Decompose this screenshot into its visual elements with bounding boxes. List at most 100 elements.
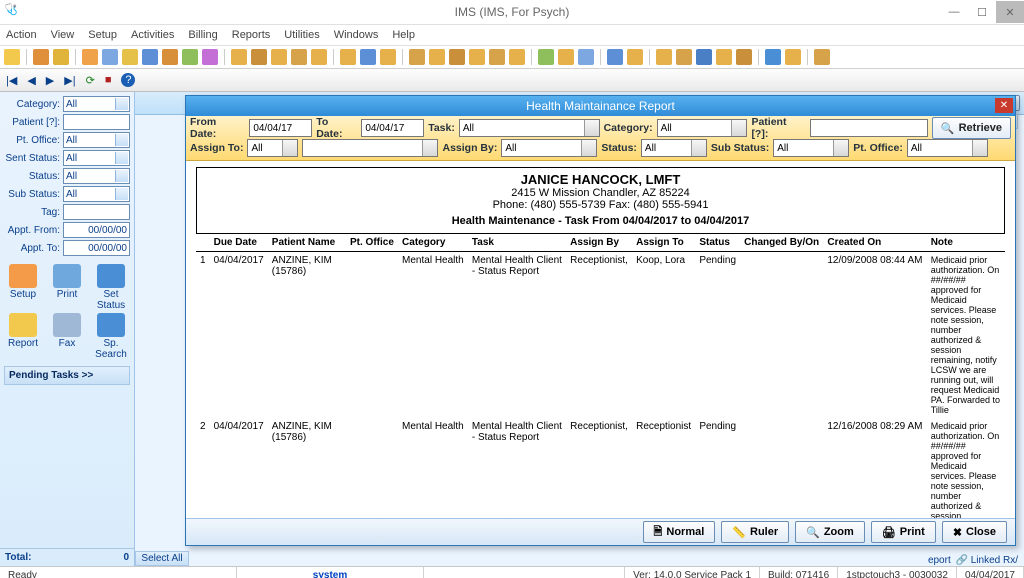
- ruler-button[interactable]: 📏Ruler: [721, 521, 789, 543]
- nav-next-icon[interactable]: ▶: [46, 74, 54, 87]
- menu-reports[interactable]: Reports: [232, 29, 271, 41]
- tool-icon[interactable]: [409, 49, 425, 65]
- tool-icon[interactable]: [162, 49, 178, 65]
- tool-icon[interactable]: [509, 49, 525, 65]
- tool-icon[interactable]: [182, 49, 198, 65]
- assign-by-select[interactable]: All: [501, 139, 597, 157]
- lock-icon[interactable]: [785, 49, 801, 65]
- pt-office-select[interactable]: All: [907, 139, 988, 157]
- tool-icon[interactable]: [53, 49, 69, 65]
- appt-from-label: Appt. From:: [4, 225, 60, 236]
- help-icon[interactable]: [765, 49, 781, 65]
- assign-to-name-select[interactable]: [302, 139, 438, 157]
- pt-office-select[interactable]: All: [63, 132, 130, 148]
- tool-icon[interactable]: [231, 49, 247, 65]
- tool-icon[interactable]: [4, 49, 20, 65]
- tool-icon[interactable]: [656, 49, 672, 65]
- sub-status-select[interactable]: All: [63, 186, 130, 202]
- app-title: IMS (IMS, For Psych): [0, 5, 1024, 19]
- tool-icon[interactable]: [489, 49, 505, 65]
- from-date-input[interactable]: 04/04/17: [249, 119, 312, 137]
- setup-button[interactable]: Setup: [2, 264, 44, 311]
- tool-icon[interactable]: [202, 49, 218, 65]
- tool-icon[interactable]: [449, 49, 465, 65]
- tool-icon[interactable]: [469, 49, 485, 65]
- tool-icon[interactable]: [716, 49, 732, 65]
- sub-status-select[interactable]: All: [773, 139, 849, 157]
- pending-tasks-button[interactable]: Pending Tasks >>: [4, 366, 130, 385]
- retrieve-button[interactable]: 🔍Retrieve: [932, 117, 1011, 139]
- nav-prev-icon[interactable]: ◀: [27, 74, 35, 87]
- tool-icon[interactable]: [251, 49, 267, 65]
- tool-icon[interactable]: [538, 49, 554, 65]
- sp-search-button[interactable]: Sp. Search: [90, 313, 132, 360]
- menu-utilities[interactable]: Utilities: [284, 29, 319, 41]
- tool-icon[interactable]: [82, 49, 98, 65]
- tool-icon[interactable]: [578, 49, 594, 65]
- task-select[interactable]: All: [459, 119, 600, 137]
- col-status: Status: [695, 234, 740, 252]
- assign-to-select[interactable]: All: [247, 139, 298, 157]
- tool-icon[interactable]: [142, 49, 158, 65]
- dialog-close-button[interactable]: ✕: [995, 98, 1013, 113]
- menu-view[interactable]: View: [51, 29, 75, 41]
- print-button[interactable]: 🖨Print: [871, 521, 936, 543]
- tool-icon[interactable]: [380, 49, 396, 65]
- menu-help[interactable]: Help: [392, 29, 415, 41]
- tool-icon[interactable]: [696, 49, 712, 65]
- report-link[interactable]: eport: [928, 555, 951, 566]
- menu-billing[interactable]: Billing: [188, 29, 217, 41]
- tool-icon[interactable]: [271, 49, 287, 65]
- col-pt-office: Pt. Office: [346, 234, 398, 252]
- tool-icon[interactable]: [627, 49, 643, 65]
- print-button[interactable]: Print: [46, 264, 88, 311]
- patient-input[interactable]: [63, 114, 130, 130]
- flag-icon: [97, 264, 125, 288]
- tool-icon[interactable]: [429, 49, 445, 65]
- tool-icon[interactable]: [736, 49, 752, 65]
- appt-to-input[interactable]: 00/00/00: [63, 240, 130, 256]
- tool-icon[interactable]: [676, 49, 692, 65]
- close-button[interactable]: ✖Close: [942, 521, 1007, 543]
- normal-button[interactable]: 🗎Normal: [643, 521, 716, 543]
- nav-refresh-icon[interactable]: ⟳: [86, 74, 95, 87]
- pt-office-label: Pt. Office:: [853, 142, 903, 154]
- appt-from-input[interactable]: 00/00/00: [63, 222, 130, 238]
- linked-rx-link[interactable]: 🔗 Linked Rx/: [956, 555, 1018, 566]
- tool-icon[interactable]: [102, 49, 118, 65]
- nav-last-icon[interactable]: ▶|: [64, 74, 75, 87]
- report-button[interactable]: Report: [2, 313, 44, 360]
- nav-toolbar: |◀ ◀ ▶ ▶| ⟳ ■ ?: [0, 69, 1024, 92]
- tool-icon[interactable]: [607, 49, 623, 65]
- menu-windows[interactable]: Windows: [334, 29, 379, 41]
- col-created-on: Created On: [823, 234, 926, 252]
- tool-icon[interactable]: [360, 49, 376, 65]
- tool-icon[interactable]: [33, 49, 49, 65]
- status-select[interactable]: All: [63, 168, 130, 184]
- nav-stop-icon[interactable]: ■: [105, 74, 112, 86]
- patient-input[interactable]: [810, 119, 928, 137]
- to-date-input[interactable]: 04/04/17: [361, 119, 424, 137]
- category-select[interactable]: All: [63, 96, 130, 112]
- tool-icon[interactable]: [122, 49, 138, 65]
- menu-setup[interactable]: Setup: [88, 29, 117, 41]
- tool-icon[interactable]: [340, 49, 356, 65]
- nav-first-icon[interactable]: |◀: [6, 74, 17, 87]
- zoom-button[interactable]: 🔍Zoom: [795, 521, 865, 543]
- cell-crt: 12/16/2008 08:29 AM: [823, 418, 926, 518]
- menu-activities[interactable]: Activities: [131, 29, 174, 41]
- sent-status-select[interactable]: All: [63, 150, 130, 166]
- tool-icon[interactable]: [291, 49, 307, 65]
- fax-button[interactable]: Fax: [46, 313, 88, 360]
- tool-icon[interactable]: [558, 49, 574, 65]
- nav-help-icon[interactable]: ?: [121, 73, 135, 87]
- menu-action[interactable]: Action: [6, 29, 37, 41]
- category-select[interactable]: All: [657, 119, 748, 137]
- select-all-button[interactable]: Select All: [135, 551, 189, 566]
- tool-icon[interactable]: [814, 49, 830, 65]
- tag-input[interactable]: [63, 204, 130, 220]
- tool-icon[interactable]: [311, 49, 327, 65]
- status-select[interactable]: All: [641, 139, 707, 157]
- report-area[interactable]: JANICE HANCOCK, LMFT 2415 W Mission Chan…: [186, 161, 1015, 518]
- set-status-button[interactable]: Set Status: [90, 264, 132, 311]
